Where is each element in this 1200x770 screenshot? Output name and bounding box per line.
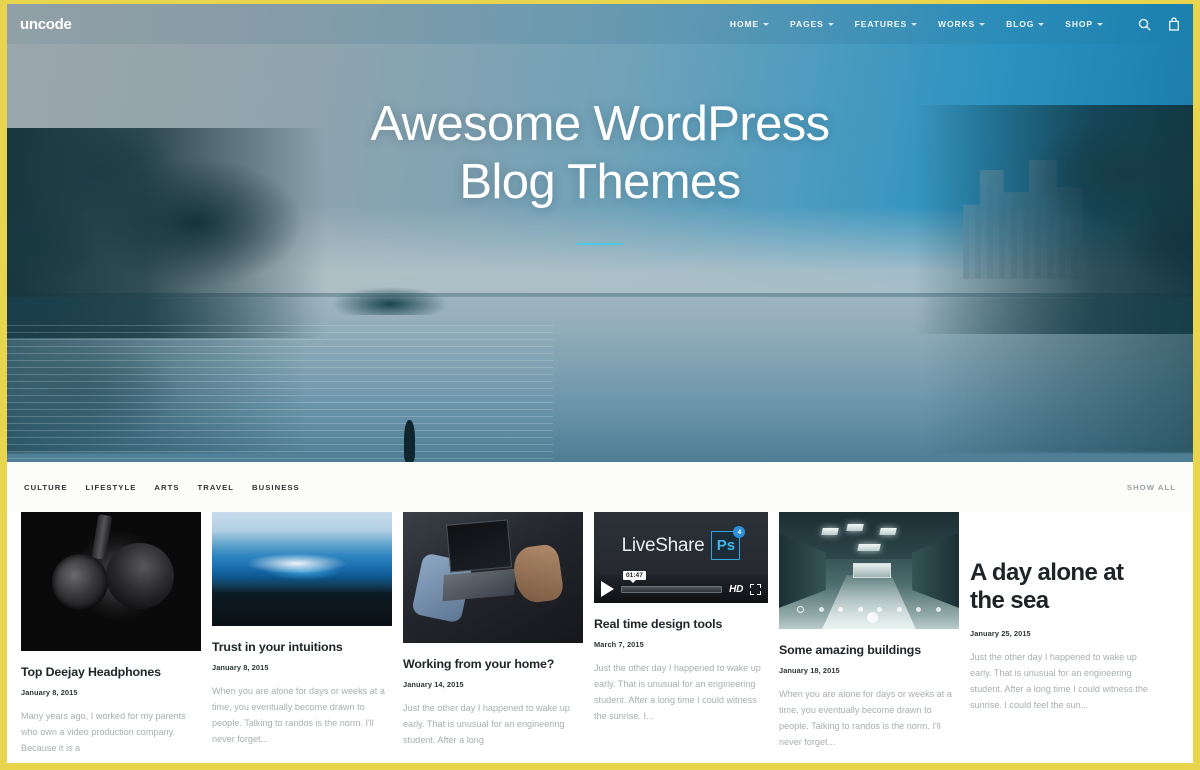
post-date: January 14, 2015 [403,679,464,689]
post-excerpt: Many years ago, I worked for my parents … [21,710,186,753]
notification-badge: 4 [733,526,746,538]
liveshare-wordmark: LiveShare [621,534,705,556]
fullscreen-icon[interactable] [750,583,761,595]
laptop-keyboard [442,569,516,602]
chevron-down-icon [763,23,770,26]
video-player: LiveShare Ps 4 01:47 HD [594,512,768,603]
post-grid: Top Deejay Headphones January 8, 2015 Ma… [7,512,1193,770]
nav-item-pages[interactable]: PAGES [790,19,834,29]
chevron-down-icon [979,23,986,26]
building-interior-photo [779,512,959,629]
photoshop-icon: Ps 4 [711,526,746,560]
post-excerpt: Just the other day I happened to wake up… [970,651,1148,711]
hero-title-line1: Awesome WordPress [370,96,830,151]
category-filter-bar: CULTURE LIFESTYLE ARTS TRAVEL BUSINESS S… [7,462,1193,512]
hero-title-line2: Blog Themes [459,154,741,209]
chevron-down-icon [827,23,834,26]
post-card-headphones[interactable]: Top Deejay Headphones January 8, 2015 Ma… [21,512,201,756]
filter-business[interactable]: BUSINESS [252,483,300,492]
post-date: January 8, 2015 [212,662,269,672]
post-title[interactable]: Trust in your intuitions [212,640,392,656]
nav-label-home: HOME [729,19,760,29]
laptop-photo [403,512,583,643]
post-date: January 8, 2015 [21,687,78,697]
category-filters: CULTURE LIFESTYLE ARTS TRAVEL BUSINESS [24,483,300,492]
search-icon[interactable] [1138,18,1151,31]
main-navigation: HOME PAGES FEATURES WORKS BLOG SHOP [730,17,1180,31]
video-timestamp-tooltip: 01:47 [623,571,646,583]
video-controls: 01:47 HD [594,571,768,603]
headphones-photo [21,512,201,651]
chevron-down-icon [1097,23,1103,26]
post-date: March 7, 2015 [594,639,644,649]
headphones-earcup-right [105,542,174,609]
chevron-down-icon [911,23,918,26]
ocean-wave-photo [212,512,392,626]
nav-item-shop[interactable]: SHOP [1065,19,1103,29]
post-thumbnail[interactable] [779,512,959,629]
headphones-band [91,513,113,560]
post-excerpt: When you are alone for days or weeks at … [779,688,952,748]
photoshop-label: Ps [716,537,736,554]
nav-label-blog: BLOG [1006,19,1035,29]
nav-item-home[interactable]: HOME [729,19,770,29]
video-branding: LiveShare Ps 4 [594,526,768,560]
post-date: January 18, 2015 [779,665,840,675]
post-thumbnail[interactable] [21,512,201,651]
headphones-earcup-left [51,553,108,610]
hero-divider [577,243,623,246]
laptop-screen [446,519,512,574]
nav-item-blog[interactable]: BLOG [1006,19,1045,29]
post-card-intuitions[interactable]: Trust in your intuitions January 8, 2015… [212,512,392,747]
nav-label-shop: SHOP [1065,19,1093,29]
hero-content: Awesome WordPress Blog Themes [7,4,1193,462]
post-card-working-from-home[interactable]: Working from your home? January 14, 2015… [403,512,583,748]
nav-label-pages: PAGES [790,19,824,29]
post-title[interactable]: Working from your home? [403,657,583,673]
post-title[interactable]: Some amazing buildings [779,643,959,659]
ceiling-lamp [857,543,881,551]
site-logo[interactable]: uncode [20,16,72,33]
post-title[interactable]: Real time design tools [594,617,768,633]
progress-track [621,585,723,593]
ceiling-lamp [821,528,839,536]
wave-foam [226,550,367,576]
hero-title: Awesome WordPress Blog Themes [370,96,830,212]
filter-culture[interactable]: CULTURE [24,483,68,492]
post-excerpt: Just the other day I happened to wake up… [594,662,761,722]
post-thumbnail[interactable] [403,512,583,643]
header-actions [1138,17,1180,31]
filter-lifestyle[interactable]: LIFESTYLE [86,483,137,492]
nav-label-works: WORKS [938,19,976,29]
filter-travel[interactable]: TRAVEL [198,483,234,492]
nav-item-works[interactable]: WORKS [938,19,986,29]
nav-item-features[interactable]: FEATURES [854,19,918,29]
post-title[interactable]: A day alone at the sea [970,559,1150,616]
laptop-person-arm [511,543,566,605]
post-thumbnail[interactable] [212,512,392,626]
post-card-buildings[interactable]: Some amazing buildings January 18, 2015 … [779,512,959,750]
post-video-thumbnail[interactable]: LiveShare Ps 4 01:47 HD [594,512,768,603]
site-header: uncode HOME PAGES FEATURES WORKS BLOG SH… [7,4,1193,44]
hero-section: uncode HOME PAGES FEATURES WORKS BLOG SH… [7,4,1193,462]
filter-arts[interactable]: ARTS [154,483,179,492]
cart-icon[interactable] [1168,17,1180,31]
play-icon[interactable] [601,581,614,597]
show-all-button[interactable]: SHOW ALL [1127,483,1176,492]
nav-label-features: FEATURES [854,19,908,29]
video-progress-bar[interactable]: 01:47 [621,571,723,594]
post-card-day-alone-at-sea[interactable]: A day alone at the sea January 25, 2015 … [970,512,1150,713]
post-date: January 25, 2015 [970,628,1031,638]
hd-quality-label[interactable]: HD [729,584,743,595]
post-excerpt: When you are alone for days or weeks at … [212,685,385,745]
building-bench [852,563,891,579]
slider-dots[interactable] [797,605,941,613]
post-card-design-tools[interactable]: LiveShare Ps 4 01:47 HD Real time design… [594,512,768,724]
chevron-down-icon [1038,23,1045,26]
ceiling-lamp [879,528,897,536]
ceiling-lamp [846,523,865,531]
post-excerpt: Just the other day I happened to wake up… [403,702,570,745]
post-title[interactable]: Top Deejay Headphones [21,665,201,681]
